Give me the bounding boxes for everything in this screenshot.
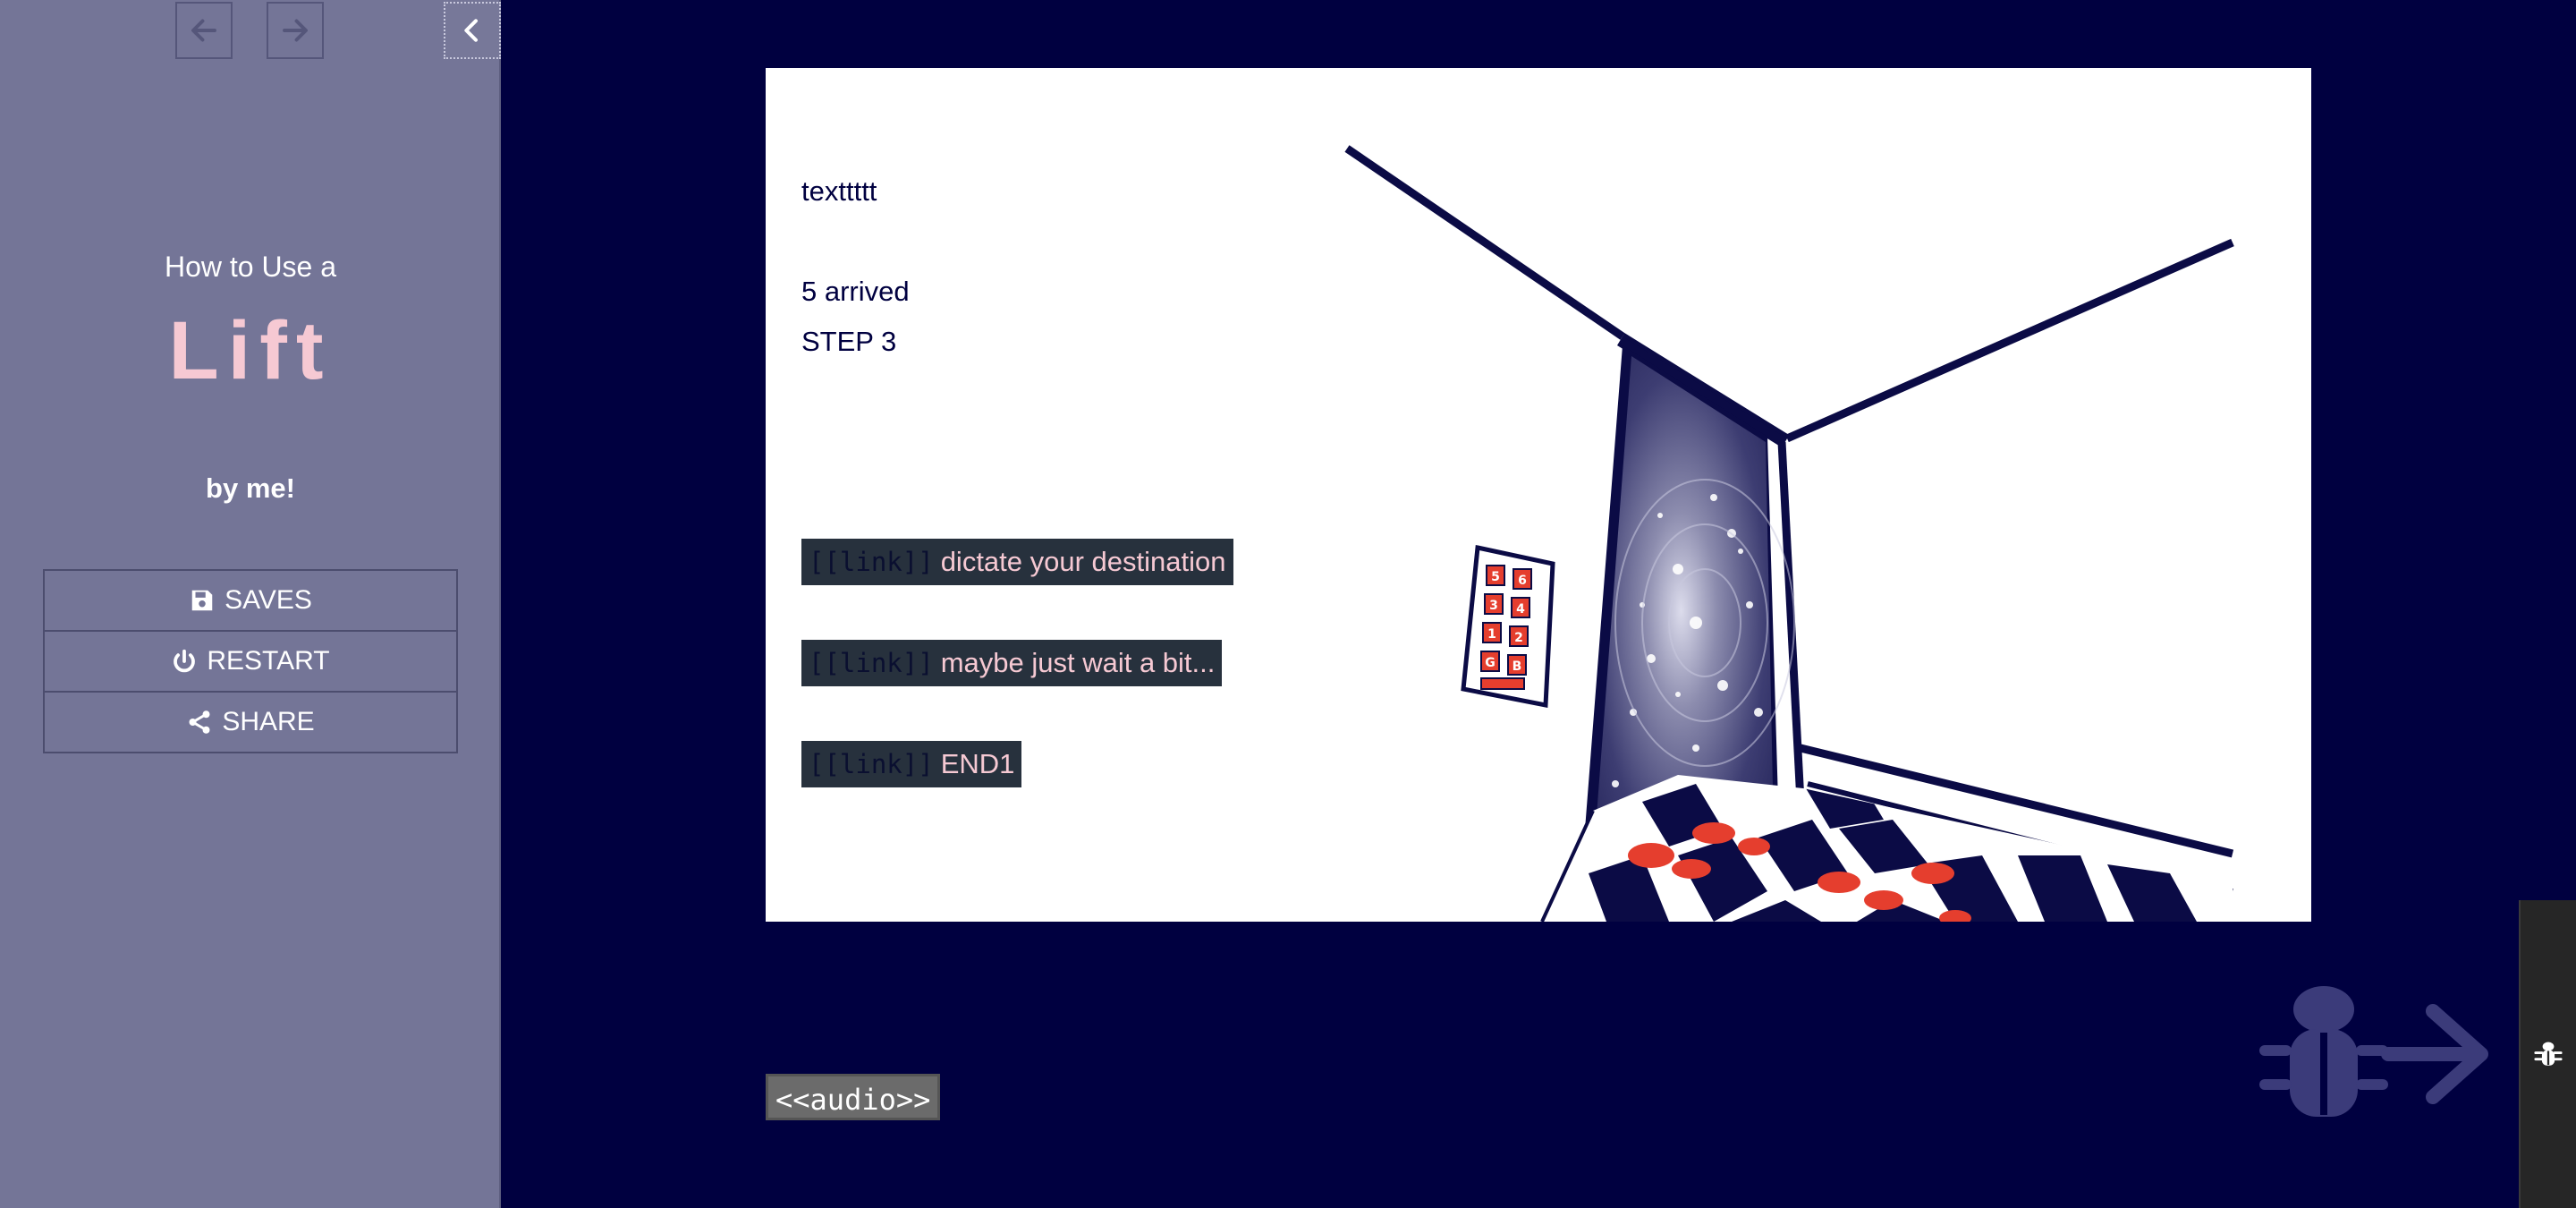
elevator-keypad: 5 6 3 4 1 2 G B — [1461, 544, 1555, 709]
keypad-button-label: 2 — [1514, 631, 1523, 645]
keypad-button-label: G — [1485, 656, 1496, 670]
keypad-button-label: 4 — [1516, 602, 1525, 617]
story-subtitle: How to Use a — [164, 251, 337, 283]
story-menu: SAVES RESTART SHARE — [43, 569, 458, 753]
ui-sidebar: How to Use a Lift by me! SAVES RESTART S… — [0, 0, 501, 1208]
story-author: by me! — [206, 472, 295, 504]
share-label: SHARE — [222, 707, 315, 736]
link-tag: [[link]] — [809, 648, 934, 678]
passage-line: 5 arrived — [801, 276, 910, 307]
arrow-left-icon — [191, 19, 216, 42]
link-end1[interactable]: [[link]] END1 — [801, 741, 1022, 787]
link-label: END1 — [940, 748, 1015, 779]
share-button[interactable]: SHARE — [43, 691, 458, 753]
elevator-scene-image: 5 6 3 4 1 2 G B — [1344, 145, 2234, 922]
link-label: dictate your destination — [940, 546, 1226, 577]
keypad-button-label: 5 — [1491, 570, 1500, 584]
chevron-left-icon — [464, 19, 478, 42]
share-icon — [189, 710, 210, 734]
keypad-button-label: 6 — [1518, 574, 1527, 588]
arrow-right-icon — [283, 19, 308, 42]
bug-arrow-icon — [2259, 986, 2488, 1117]
keypad-button-label: 1 — [1487, 627, 1496, 642]
restart-button[interactable]: RESTART — [43, 630, 458, 693]
story-app: How to Use a Lift by me! SAVES RESTART S… — [0, 0, 2576, 1208]
passage-line: texttttt — [801, 175, 877, 207]
link-tag: [[link]] — [809, 547, 934, 577]
keypad-button-label: B — [1513, 659, 1522, 674]
restart-label: RESTART — [207, 646, 330, 676]
save-icon — [191, 590, 213, 611]
link-dictate-destination[interactable]: [[link]] dictate your destination — [801, 539, 1233, 585]
saves-label: SAVES — [225, 585, 312, 615]
bug-icon — [2534, 1042, 2563, 1066]
history-back-button[interactable] — [175, 2, 233, 59]
power-icon — [174, 649, 196, 673]
link-wait[interactable]: [[link]] maybe just wait a bit... — [801, 640, 1223, 686]
saves-button[interactable]: SAVES — [43, 569, 458, 632]
keypad-button-label: 3 — [1489, 599, 1498, 613]
passage-line: STEP 3 — [801, 326, 897, 357]
link-tag: [[link]] — [809, 749, 934, 779]
link-label: maybe just wait a bit... — [940, 647, 1216, 678]
sidebar-toggle-button[interactable] — [444, 2, 501, 59]
story-title: Lift — [168, 305, 333, 396]
debug-toggle-button[interactable] — [2519, 900, 2576, 1208]
history-forward-button[interactable] — [267, 2, 324, 59]
passage: texttttt 5 arrived STEP 3 [[link]] dictat… — [766, 68, 2311, 922]
audio-macro-error: <<audio>> — [766, 1074, 941, 1120]
